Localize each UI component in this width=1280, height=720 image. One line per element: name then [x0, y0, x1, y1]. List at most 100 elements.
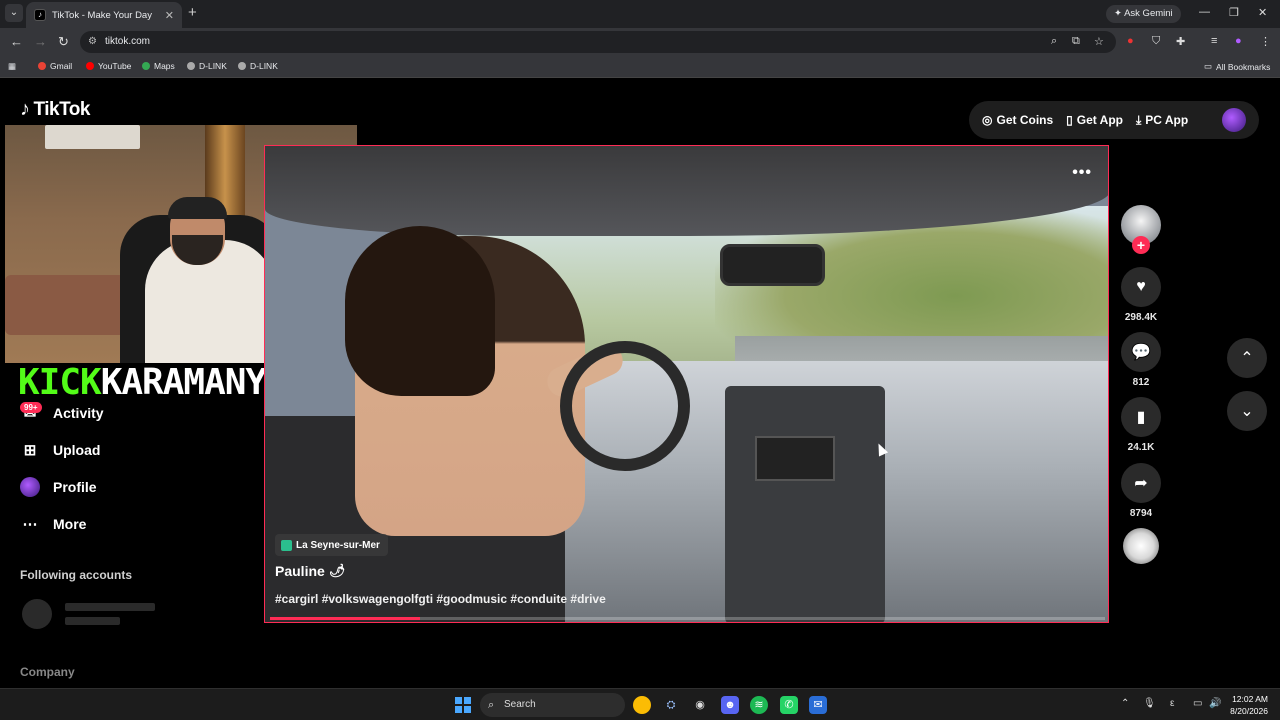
sidebar-item-label: Activity — [53, 405, 104, 421]
new-tab-icon[interactable]: + — [188, 4, 197, 21]
maps-icon — [142, 62, 150, 70]
sidebar-item-label: Profile — [53, 479, 97, 495]
taskbar-search[interactable]: ⌕ Search — [480, 693, 625, 717]
bookmark-star-icon[interactable]: ☆ — [1094, 35, 1104, 48]
video-progress-bar[interactable] — [270, 617, 1105, 620]
minimize-icon[interactable]: — — [1199, 6, 1210, 18]
close-tab-icon[interactable]: ✕ — [165, 9, 174, 22]
bookmark-dlink-1[interactable]: D-LINK — [187, 61, 227, 71]
outlook-icon[interactable]: ✉ — [809, 696, 827, 714]
extensions-puzzle-icon[interactable]: ✚ — [1176, 35, 1185, 48]
tiktok-note-icon: ♪ — [20, 98, 30, 120]
video-more-options-icon[interactable]: ••• — [1072, 164, 1092, 182]
get-app-button[interactable]: ▯ Get App — [1066, 113, 1123, 127]
kick-word: KICK — [18, 362, 102, 403]
bookmark-youtube[interactable]: YouTube — [86, 61, 131, 71]
sidebar-item-label: Upload — [53, 442, 101, 458]
site-info-icon[interactable]: ⚙ — [88, 31, 97, 53]
spotify-icon[interactable]: ≋ — [750, 696, 768, 714]
search-icon: ⌕ — [488, 699, 495, 711]
download-icon: ⤓ — [1135, 112, 1142, 127]
kick-streamer-banner: KICK KARAMANY — [18, 362, 267, 403]
sidebar-item-more[interactable]: ⋯ More — [20, 514, 87, 534]
save-action: ▮ 24.1K — [1121, 397, 1161, 453]
video-scene-mirror — [720, 244, 825, 286]
apps-icon[interactable]: ▦ — [8, 61, 16, 72]
cast-icon[interactable]: ⧉ — [1072, 35, 1080, 48]
forward-icon[interactable]: → — [34, 34, 47, 49]
streamer-hair — [168, 197, 227, 219]
url-text: tiktok.com — [105, 36, 151, 47]
sidebar-item-upload[interactable]: ⊞ Upload — [20, 440, 101, 460]
volume-icon[interactable]: 🔊 — [1209, 698, 1221, 709]
get-coins-button[interactable]: ◎ Get Coins — [982, 113, 1053, 127]
system-clock[interactable]: 12:02 AM 8/20/2026 — [1228, 693, 1268, 717]
ask-gemini-button[interactable]: ✦ Ask Gemini — [1106, 5, 1181, 23]
microphone-icon[interactable]: 🎙 — [1143, 698, 1156, 709]
chrome-icon[interactable] — [633, 696, 651, 714]
video-scene-console — [725, 386, 885, 622]
back-icon[interactable]: ← — [10, 34, 23, 49]
video-author[interactable]: Pauline 🌶 — [275, 563, 345, 579]
bookmark-icon[interactable]: ▮ — [1121, 397, 1161, 437]
heart-icon[interactable]: ♥ — [1121, 267, 1161, 307]
network-icon[interactable]: ▭ — [1193, 698, 1202, 709]
reload-icon[interactable]: ↻ — [58, 34, 69, 50]
windows-taskbar: ⌕ Search ⛭ ◉ ☻ ≋ ✆ ✉ ⌃ 🎙 ε ▭ 🔊 12:02 AM … — [0, 688, 1280, 720]
extension-icon[interactable]: ● — [1127, 35, 1134, 47]
company-heading[interactable]: Company — [20, 665, 75, 679]
bookmark-gmail[interactable]: Gmail — [38, 61, 72, 71]
menu-icon[interactable]: ⋮ — [1260, 35, 1271, 48]
restore-icon[interactable]: ❐ — [1229, 6, 1239, 19]
bookmark-dlink-2[interactable]: D-LINK — [238, 61, 278, 71]
sofa — [5, 275, 125, 335]
language-icon[interactable]: ε — [1170, 698, 1174, 709]
pc-app-button[interactable]: ⤓ PC App — [1136, 113, 1188, 128]
next-video-chevron-down-icon[interactable]: ⌄ — [1227, 391, 1267, 431]
clock-time: 12:02 AM — [1232, 694, 1268, 704]
zoom-icon[interactable]: ⌕ — [1051, 35, 1057, 48]
comment-icon[interactable]: 💬 — [1121, 332, 1161, 372]
obs-icon[interactable]: ◉ — [691, 696, 709, 714]
media-icon[interactable]: ≡ — [1211, 35, 1217, 47]
tiktok-logo[interactable]: ♪ TikTok — [20, 98, 90, 121]
video-scene-roof — [265, 146, 1108, 236]
location-tag[interactable]: La Seyne-sur-Mer — [275, 534, 388, 556]
gmail-icon — [38, 62, 46, 70]
discord-icon[interactable]: ☻ — [721, 696, 739, 714]
comment-action: 💬 812 — [1121, 332, 1161, 388]
tab-search-icon[interactable]: ⌄ — [5, 4, 23, 22]
all-bookmarks-label: All Bookmarks — [1216, 61, 1271, 72]
previous-video-chevron-up-icon[interactable]: ⌃ — [1227, 338, 1267, 378]
streamer-name: KARAMANY — [100, 362, 267, 403]
share-count: 8794 — [1129, 508, 1153, 519]
loading-line-placeholder — [65, 603, 155, 611]
like-count: 298.4K — [1124, 312, 1158, 323]
video-scene-screen — [755, 436, 835, 481]
bookmark-label: Maps — [154, 61, 175, 71]
bookmark-label: Gmail — [50, 61, 73, 71]
user-avatar[interactable] — [1222, 108, 1246, 132]
music-disc-icon[interactable] — [1123, 528, 1159, 564]
video-scene-steering-wheel — [560, 341, 690, 471]
follow-plus-icon[interactable]: + — [1132, 236, 1150, 254]
globe-icon — [187, 62, 195, 70]
sidebar-item-profile[interactable]: Profile — [20, 477, 97, 497]
profile-icon[interactable]: ● — [1235, 35, 1242, 47]
steam-icon[interactable]: ⛭ — [662, 696, 680, 714]
whatsapp-icon[interactable]: ✆ — [780, 696, 798, 714]
windows-start-icon[interactable] — [455, 697, 471, 713]
close-window-icon[interactable]: ✕ — [1258, 6, 1267, 19]
video-player[interactable]: ••• La Seyne-sur-Mer Pauline 🌶 #cargirl … — [264, 145, 1109, 623]
bookmark-maps[interactable]: Maps — [142, 61, 175, 71]
address-bar[interactable]: ⚙ tiktok.com — [80, 31, 1116, 53]
browser-tab[interactable]: ♪ TikTok - Make Your Day ✕ — [26, 2, 182, 28]
share-arrow-icon[interactable]: ➦ — [1121, 463, 1161, 503]
all-bookmarks-button[interactable]: ▭ All Bookmarks — [1204, 61, 1270, 72]
video-hashtags[interactable]: #cargirl #volkswagengolfgti #goodmusic #… — [275, 592, 606, 606]
save-count: 24.1K — [1127, 442, 1155, 453]
shield-icon[interactable]: ⛉ — [1152, 35, 1160, 48]
video-progress-fill — [270, 617, 421, 620]
tray-chevron-up-icon[interactable]: ⌃ — [1121, 698, 1129, 709]
browser-tab-strip: ⌄ ♪ TikTok - Make Your Day ✕ + ✦ Ask Gem… — [0, 0, 1280, 28]
